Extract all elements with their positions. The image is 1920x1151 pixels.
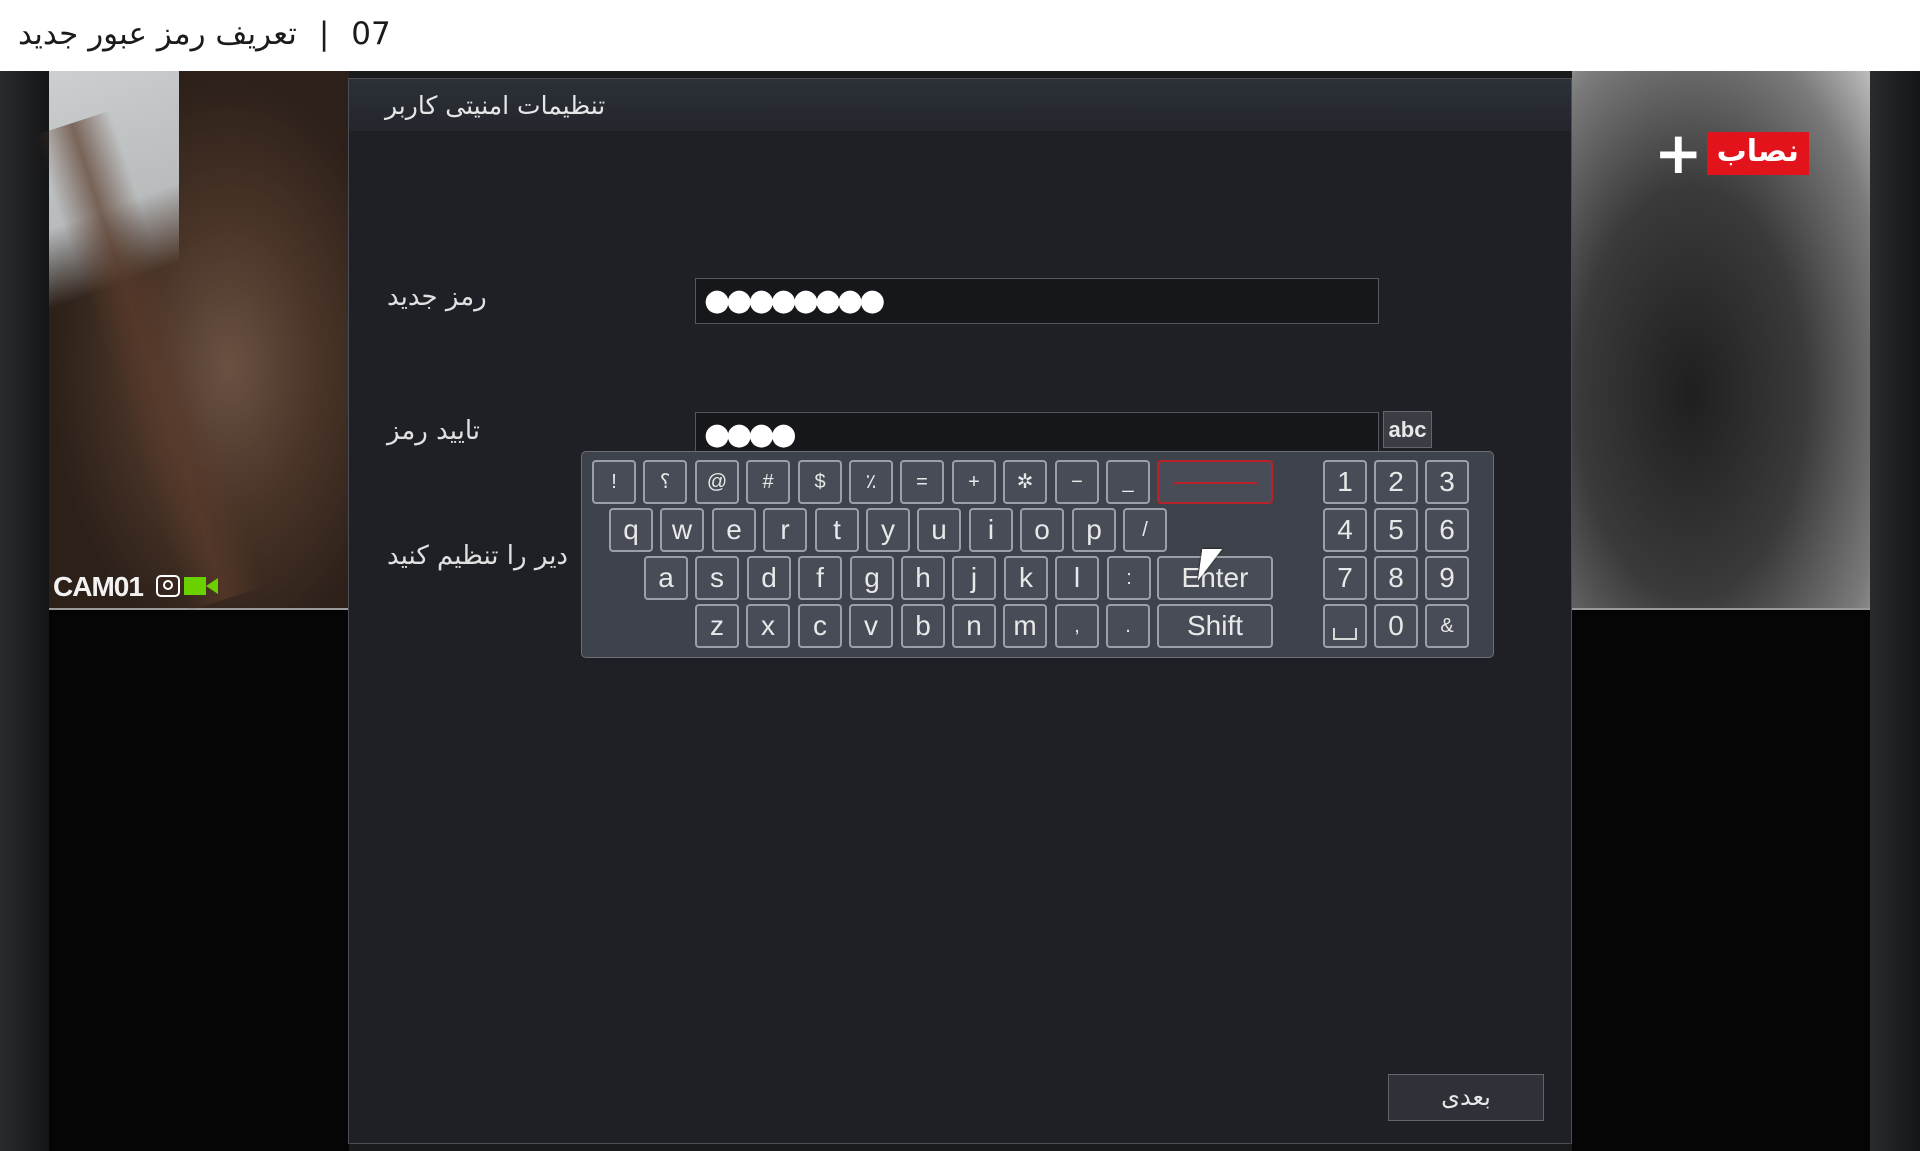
key-row1-4[interactable]: $ <box>798 460 842 504</box>
key-row1-2[interactable]: @ <box>695 460 739 504</box>
camera-feed-1[interactable] <box>33 71 349 612</box>
key-row1-9[interactable]: − <box>1055 460 1099 504</box>
confirm-password-label: تایید رمز <box>387 416 480 446</box>
numpad-key-0[interactable]: 1 <box>1323 460 1367 504</box>
record-icon <box>156 575 180 597</box>
space-key[interactable] <box>1323 604 1367 648</box>
numpad-key-4[interactable]: 5 <box>1374 508 1418 552</box>
key-row3-9[interactable]: : <box>1107 556 1151 600</box>
input-mode-button[interactable]: abc <box>1383 411 1432 448</box>
key-row4-5[interactable]: n <box>952 604 996 648</box>
key-row1-5[interactable]: ٪ <box>849 460 893 504</box>
key-row3-2[interactable]: d <box>747 556 791 600</box>
dialog-titlebar: تنظیمات امنیتی کاربر <box>349 79 1571 131</box>
key-row3-0[interactable]: a <box>644 556 688 600</box>
dvr-screen: CAM01 + نصاب تنظیمات امنیتی کاربر رمز جد… <box>0 71 1920 1151</box>
logo-text: نصاب <box>1706 131 1809 175</box>
caption-bar: تعریف رمز عبور جدید | 07 <box>0 0 1920 71</box>
new-password-label: رمز جدید <box>387 282 487 312</box>
right-border <box>1870 71 1920 1151</box>
key-row2-2[interactable]: e <box>712 508 756 552</box>
numpad-key-8[interactable]: 9 <box>1425 556 1469 600</box>
key-row4-3[interactable]: v <box>849 604 893 648</box>
key-row3-1[interactable]: s <box>695 556 739 600</box>
numpad-key-10[interactable]: 0 <box>1374 604 1418 648</box>
key-row4-8[interactable]: . <box>1106 604 1150 648</box>
on-screen-keyboard: ! ؟ @ # $ ٪ = + ✲ − _q w e r t y u i o p / a s d f g h j k l: z x c v b n m,… <box>581 451 1494 658</box>
key-row3-4[interactable]: g <box>850 556 894 600</box>
key-row1-7[interactable]: + <box>952 460 996 504</box>
key-row2-6[interactable]: u <box>917 508 961 552</box>
key-row3-7[interactable]: k <box>1004 556 1048 600</box>
plus-icon: + <box>1654 119 1703 187</box>
numpad-key-3[interactable]: 4 <box>1323 508 1367 552</box>
caption-separator: | <box>318 16 330 52</box>
key-row2-0[interactable]: q <box>609 508 653 552</box>
key-row4-4[interactable]: b <box>901 604 945 648</box>
camera-feed-4[interactable] <box>1572 610 1870 1151</box>
key-row2-3[interactable]: r <box>763 508 807 552</box>
video-camera-icon <box>184 577 218 595</box>
key-row3-6[interactable]: j <box>952 556 996 600</box>
admin-setting-label: دیر را تنظیم کنید <box>387 541 569 571</box>
backspace-key[interactable] <box>1157 460 1273 504</box>
numpad-key-1[interactable]: 2 <box>1374 460 1418 504</box>
key-row3-3[interactable]: f <box>798 556 842 600</box>
key-row3-5[interactable]: h <box>901 556 945 600</box>
shift-key[interactable]: Shift <box>1157 604 1273 648</box>
caption-text: تعریف رمز عبور جدید | 07 <box>18 16 391 52</box>
key-row1-1[interactable]: ؟ <box>643 460 687 504</box>
key-row2-9[interactable]: p <box>1072 508 1116 552</box>
key-row1-8[interactable]: ✲ <box>1003 460 1047 504</box>
key-row4-7[interactable]: , <box>1055 604 1099 648</box>
key-row4-6[interactable]: m <box>1003 604 1047 648</box>
numpad-key-6[interactable]: 7 <box>1323 556 1367 600</box>
key-row2-1[interactable]: w <box>660 508 704 552</box>
key-row3-8[interactable]: l <box>1055 556 1099 600</box>
security-settings-dialog: تنظیمات امنیتی کاربر رمز جدید ●●●●●●●● ت… <box>348 78 1572 1144</box>
caption-number: 07 <box>351 16 391 52</box>
camera-status-icons <box>156 575 218 597</box>
key-row1-10[interactable]: _ <box>1106 460 1150 504</box>
key-row1-6[interactable]: = <box>900 460 944 504</box>
numpad-key-5[interactable]: 6 <box>1425 508 1469 552</box>
next-button[interactable]: بعدی <box>1388 1074 1544 1121</box>
camera-feed-3[interactable] <box>49 610 349 1151</box>
left-border <box>0 71 49 1151</box>
key-row2-7[interactable]: i <box>969 508 1013 552</box>
key-row1-0[interactable]: ! <box>592 460 636 504</box>
key-row4-0[interactable]: z <box>695 604 739 648</box>
key-row2-10[interactable]: / <box>1123 508 1167 552</box>
caption-title: تعریف رمز عبور جدید <box>18 16 297 52</box>
dialog-title: تنظیمات امنیتی کاربر <box>385 91 606 120</box>
key-row1-3[interactable]: # <box>746 460 790 504</box>
numpad-key-7[interactable]: 8 <box>1374 556 1418 600</box>
key-row2-4[interactable]: t <box>815 508 859 552</box>
key-row4-1[interactable]: x <box>746 604 790 648</box>
key-row4-2[interactable]: c <box>798 604 842 648</box>
brand-logo: + نصاب <box>1654 119 1809 187</box>
key-row2-8[interactable]: o <box>1020 508 1064 552</box>
camera-label: CAM01 <box>53 571 144 602</box>
new-password-input[interactable]: ●●●●●●●● <box>695 278 1379 324</box>
key-row2-5[interactable]: y <box>866 508 910 552</box>
numpad-key-2[interactable]: 3 <box>1425 460 1469 504</box>
numpad-key-11[interactable]: & <box>1425 604 1469 648</box>
